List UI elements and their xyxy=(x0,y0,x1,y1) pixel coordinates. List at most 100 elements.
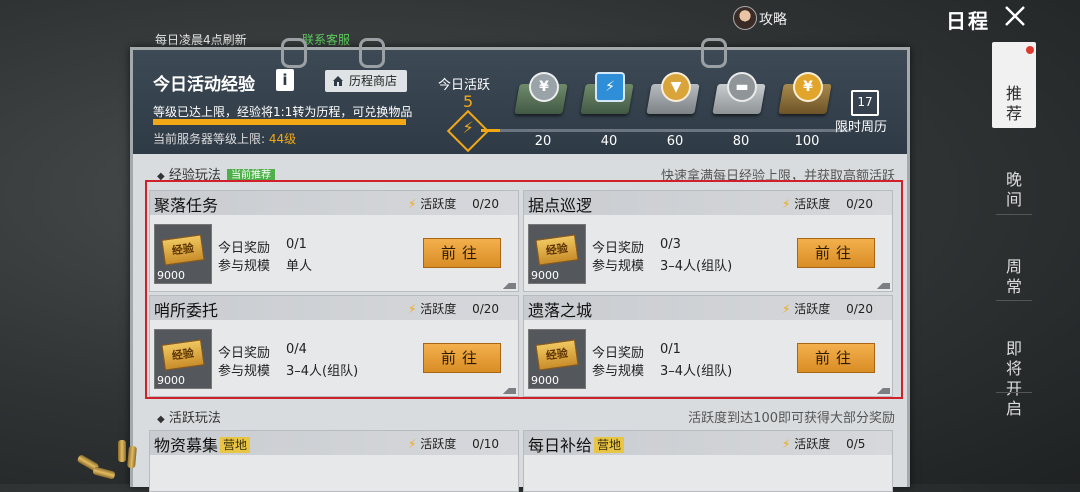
activity-progress-fill xyxy=(481,129,500,132)
ticket-card-text: 经验 xyxy=(161,234,205,266)
go-button[interactable]: 前往 xyxy=(797,343,875,373)
info-icon[interactable]: i xyxy=(276,69,294,91)
tab-divider xyxy=(996,300,1032,301)
active-degree-label: 活跃度 xyxy=(794,197,831,211)
today-active-label: 今日活跃 xyxy=(438,78,491,93)
reward-chest-80[interactable]: ▬ xyxy=(711,72,767,122)
exp-title: 今日活动经验 xyxy=(153,75,255,95)
strategy-link[interactable]: 攻略 xyxy=(759,9,787,29)
card-active-degree: ⚡ 活跃度 0/5 xyxy=(782,435,865,452)
house-icon xyxy=(333,76,343,86)
scale-label: 参与规模 xyxy=(592,364,645,379)
reward-label: 今日奖励 xyxy=(218,346,271,361)
reward-chest-60[interactable]: ▼ xyxy=(645,72,701,122)
card-title-text: 物资募集 xyxy=(154,436,219,455)
reward-chest-40[interactable]: ⚡ xyxy=(579,72,635,122)
server-level-value: 44级 xyxy=(268,132,297,146)
tab-upcoming-label: 即 将 开 启 xyxy=(1005,339,1022,418)
reward-value: 0/1 xyxy=(660,342,681,357)
silver-medal-icon: ¥ xyxy=(529,72,559,102)
reward-label: 今日奖励 xyxy=(592,241,645,256)
bullet-shell xyxy=(118,440,126,462)
milestone-label: 100 xyxy=(794,134,820,149)
binder-ring xyxy=(701,38,727,68)
ticket-value: 9000 xyxy=(157,374,185,387)
tab-weekly-label: 周 常 xyxy=(1005,257,1022,296)
reward-chest-100[interactable]: ¥ xyxy=(777,72,833,122)
card-header: 据点巡逻 ⚡ 活跃度 0/20 xyxy=(524,191,892,215)
go-button[interactable]: 前往 xyxy=(797,238,875,268)
today-active-value: 5 xyxy=(463,92,474,111)
card-active-degree: ⚡ 活跃度 0/10 xyxy=(408,435,499,452)
ticket-card-text: 经验 xyxy=(161,339,205,371)
bolt-icon: ⚡ xyxy=(782,437,791,451)
board-header: 今日活动经验 i 历程商店 等级已达上限，经验将1:1转为历程，可兑换物品 当前… xyxy=(133,38,907,154)
active-degree-label: 活跃度 xyxy=(794,302,831,316)
tab-evening[interactable]: 晚 间 xyxy=(992,150,1036,209)
bolt-glyph: ⚡ xyxy=(462,118,474,138)
tab-recommended[interactable]: 推 荐 xyxy=(992,42,1036,128)
notification-dot xyxy=(1026,46,1034,54)
exp-ticket-icon: 经验 9000 xyxy=(528,224,586,284)
activity-card: 据点巡逻 ⚡ 活跃度 0/20 经验 9000 今日奖励 0/3 参与规模 3–… xyxy=(523,190,893,292)
activity-card: 物资募集 营地 ⚡ 活跃度 0/10 xyxy=(149,430,519,492)
server-level-label: 当前服务器等级上限: xyxy=(153,132,266,146)
close-icon[interactable] xyxy=(1003,4,1027,28)
milestone-label: 20 xyxy=(534,134,552,149)
page-title: 日程 xyxy=(946,9,990,33)
active-degree-count: 0/5 xyxy=(846,437,866,451)
calendar-icon[interactable]: 17 xyxy=(851,90,879,116)
scale-value: 3–4人(组队) xyxy=(660,259,733,274)
section-active-note: 活跃度到达100即可获得大部分奖励 xyxy=(688,411,895,426)
active-degree-label: 活跃度 xyxy=(420,197,457,211)
ingot-icon: ▬ xyxy=(727,72,757,102)
activity-card: 每日补给 营地 ⚡ 活跃度 0/5 xyxy=(523,430,893,492)
bolt-icon: ⚡ xyxy=(782,302,791,316)
reward-value: 0/4 xyxy=(286,342,307,357)
card-active-degree: ⚡ 活跃度 0/20 xyxy=(408,300,499,317)
reward-chest-20[interactable]: ¥ xyxy=(513,72,569,122)
scale-label: 参与规模 xyxy=(592,259,645,274)
go-button[interactable]: 前往 xyxy=(423,343,501,373)
exp-ticket-icon: 经验 9000 xyxy=(528,329,586,389)
scale-label: 参与规模 xyxy=(218,364,271,379)
card-header: 遗落之城 ⚡ 活跃度 0/20 xyxy=(524,296,892,320)
reward-label: 今日奖励 xyxy=(218,241,271,256)
card-header: 聚落任务 ⚡ 活跃度 0/20 xyxy=(150,191,518,215)
tab-weekly[interactable]: 周 常 xyxy=(992,237,1036,296)
active-degree-count: 0/20 xyxy=(846,197,874,211)
milestone-label: 60 xyxy=(666,134,684,149)
go-button[interactable]: 前往 xyxy=(423,238,501,268)
activity-card: 遗落之城 ⚡ 活跃度 0/20 经验 9000 今日奖励 0/1 参与规模 3–… xyxy=(523,295,893,397)
diamond-icon: ◆ xyxy=(157,414,165,425)
card-active-degree: ⚡ 活跃度 0/20 xyxy=(782,195,873,212)
camp-tag: 营地 xyxy=(594,437,625,453)
avatar[interactable] xyxy=(733,6,757,30)
ticket-card-text: 经验 xyxy=(535,234,579,266)
section-active-title: ◆ 活跃玩法 xyxy=(157,407,221,426)
gold-coin-icon: ¥ xyxy=(793,72,823,102)
card-title: 遗落之城 xyxy=(528,301,593,320)
schedule-board: 今日活动经验 i 历程商店 等级已达上限，经验将1:1转为历程，可兑换物品 当前… xyxy=(130,38,910,492)
active-degree-count: 0/20 xyxy=(846,302,874,316)
exp-progress-fill xyxy=(153,119,406,125)
bullet-shell xyxy=(92,466,116,480)
weekly-calendar-label[interactable]: 限时周历 xyxy=(835,116,887,135)
history-shop-button[interactable]: 历程商店 xyxy=(325,70,407,92)
bolt-icon: ⚡ xyxy=(408,302,417,316)
card-header: 物资募集 营地 ⚡ 活跃度 0/10 xyxy=(150,431,518,455)
activity-card: 哨所委托 ⚡ 活跃度 0/20 经验 9000 今日奖励 0/4 参与规模 3–… xyxy=(149,295,519,397)
reward-value: 0/1 xyxy=(286,237,307,252)
exp-description: 等级已达上限，经验将1:1转为历程，可兑换物品 xyxy=(153,105,413,119)
card-title: 物资募集 营地 xyxy=(154,432,251,456)
active-degree-label: 活跃度 xyxy=(420,302,457,316)
tab-evening-label: 晚 间 xyxy=(1005,170,1022,209)
card-active-degree: ⚡ 活跃度 0/20 xyxy=(782,300,873,317)
reward-value: 0/3 xyxy=(660,237,681,252)
active-degree-count: 0/20 xyxy=(472,197,500,211)
activity-card: 聚落任务 ⚡ 活跃度 0/20 经验 9000 今日奖励 0/1 参与规模 单人… xyxy=(149,190,519,292)
customer-service-link[interactable]: 联系客服 xyxy=(302,31,350,48)
active-degree-label: 活跃度 xyxy=(794,437,831,451)
corner-mark xyxy=(500,388,516,394)
bolt-icon: ⚡ xyxy=(408,437,417,451)
